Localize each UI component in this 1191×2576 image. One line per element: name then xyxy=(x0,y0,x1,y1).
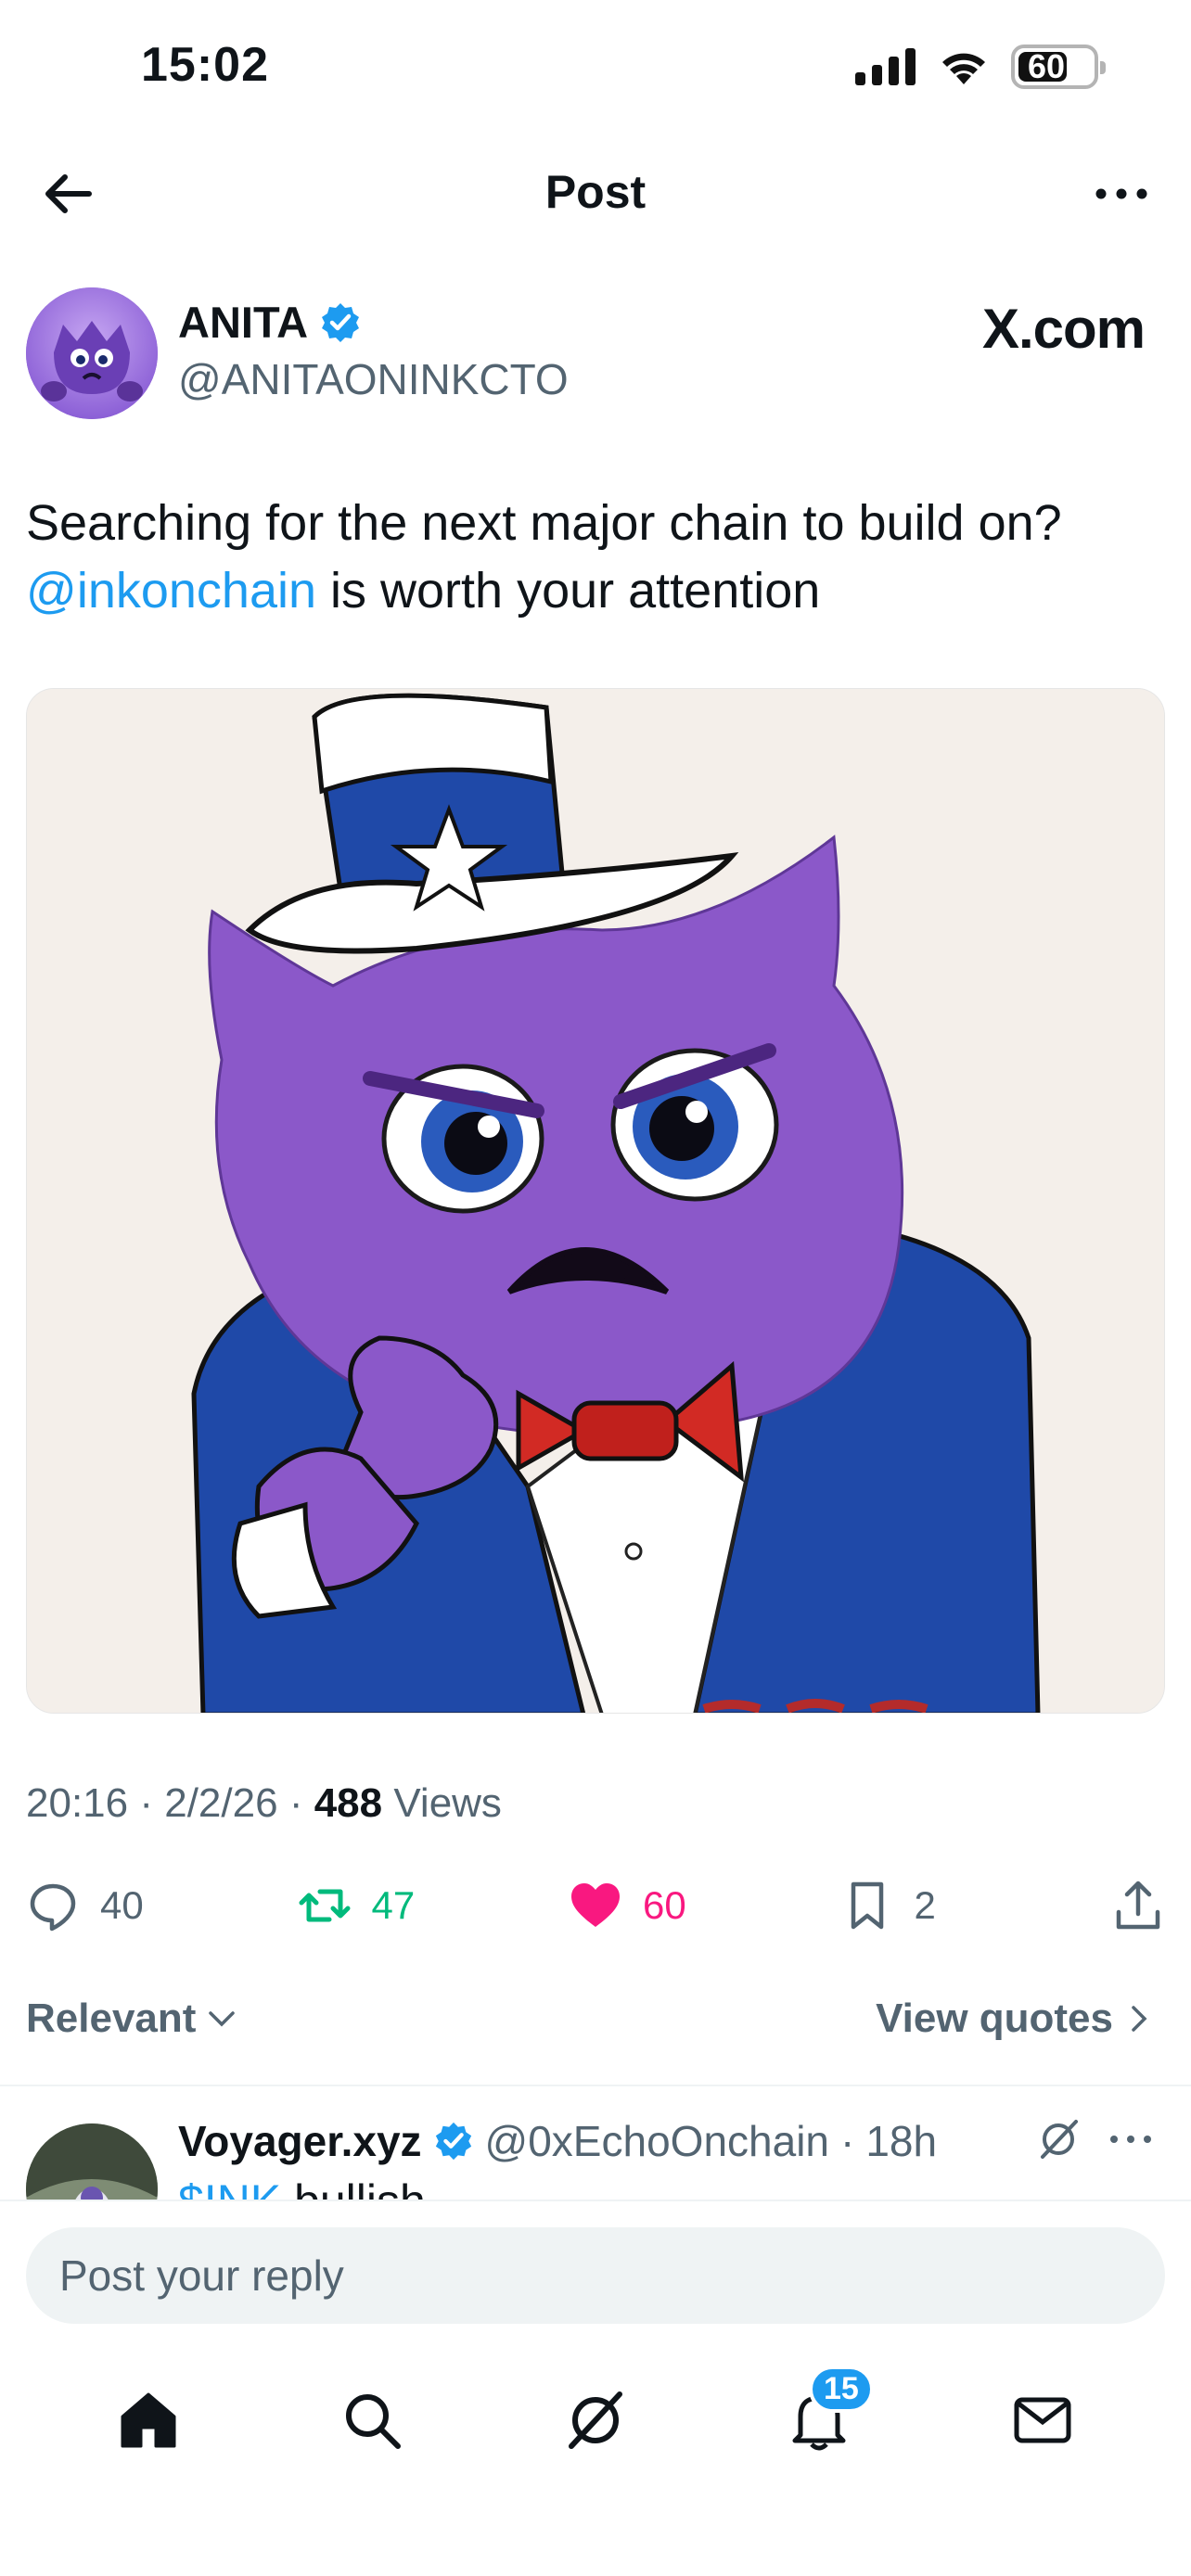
post-text-line2: is worth your attention xyxy=(316,563,821,618)
reply-age: 18h xyxy=(865,2117,938,2165)
search-icon xyxy=(346,2394,402,2449)
sort-label: Relevant xyxy=(26,1996,197,2041)
more-options-icon[interactable] xyxy=(1089,171,1154,217)
post-text: Searching for the next major chain to bu… xyxy=(26,490,1158,625)
post-meta: 20:16 · 2/2/26 · 488 Views xyxy=(26,1780,502,1827)
view-quotes-link[interactable]: View quotes xyxy=(876,1996,1154,2042)
grok-icon xyxy=(568,2391,622,2449)
home-icon xyxy=(121,2392,176,2448)
nav-messages[interactable] xyxy=(1001,2378,1084,2462)
like-count: 60 xyxy=(643,1883,686,1927)
meta-sep: · xyxy=(139,1780,153,1826)
mention-link[interactable]: @inkonchain xyxy=(26,563,316,618)
post-time: 20:16 xyxy=(26,1780,129,1826)
bottom-nav: 15 xyxy=(0,2366,1191,2467)
nav-search[interactable] xyxy=(330,2378,414,2462)
views-count: 488 xyxy=(314,1780,383,1826)
nav-notifications[interactable]: 15 xyxy=(777,2366,874,2462)
bookmark-icon xyxy=(851,1881,883,1930)
status-time: 15:02 xyxy=(141,38,269,92)
reply-author-name[interactable]: Voyager.xyz xyxy=(178,2116,422,2166)
reply-input[interactable]: Post your reply xyxy=(26,2227,1165,2324)
share-icon xyxy=(1116,1881,1160,1930)
author-avatar[interactable] xyxy=(26,287,158,419)
reply-header: Voyager.xyz @0xEchoOnchain · 18h xyxy=(178,2116,937,2166)
view-quotes-label: View quotes xyxy=(876,1996,1113,2041)
repost-button[interactable]: 47 xyxy=(298,1879,530,1932)
battery-icon: 60 xyxy=(1011,45,1106,89)
post-image[interactable] xyxy=(26,688,1165,1714)
divider xyxy=(0,2085,1191,2086)
notification-badge: 15 xyxy=(808,2366,874,2413)
reply-count: 40 xyxy=(100,1883,144,1927)
x-com-logo: X.com xyxy=(981,298,1146,360)
author-display-name: ANITA xyxy=(178,298,309,347)
heart-filled-icon xyxy=(571,1883,620,1927)
cellular-signal-icon xyxy=(855,48,916,85)
author-handle[interactable]: @ANITAONINKCTO xyxy=(178,354,569,404)
bookmark-count: 2 xyxy=(914,1883,936,1927)
like-button[interactable]: 60 xyxy=(569,1879,800,1932)
post-actions: 40 47 60 2 xyxy=(26,1873,1165,1938)
author-name[interactable]: ANITA xyxy=(178,297,362,348)
nav-home[interactable] xyxy=(107,2378,190,2462)
page-title: Post xyxy=(544,166,647,218)
reply-input-placeholder: Post your reply xyxy=(59,2251,344,2300)
chevron-down-icon xyxy=(209,2011,236,2027)
reply-button[interactable]: 40 xyxy=(26,1879,258,1932)
verified-badge-icon xyxy=(435,2122,471,2161)
sort-dropdown[interactable]: Relevant xyxy=(26,1996,238,2042)
mail-icon xyxy=(1014,2397,1071,2443)
wifi-icon xyxy=(942,53,985,84)
bookmark-button[interactable]: 2 xyxy=(840,1879,1072,1932)
post-text-line1: Searching for the next major chain to bu… xyxy=(26,495,1062,551)
reply-icon xyxy=(30,1883,76,1932)
reply-author-handle[interactable]: @0xEchoOnchain xyxy=(485,2116,829,2166)
meta-sep: · xyxy=(840,2117,855,2165)
nav-grok[interactable] xyxy=(554,2378,637,2462)
status-icons: 60 xyxy=(855,45,1106,89)
repost-count: 47 xyxy=(371,1883,416,1927)
reply-tools xyxy=(1035,2116,1154,2162)
battery-level: 60 xyxy=(1027,47,1066,85)
divider xyxy=(0,2200,1191,2201)
more-options-icon[interactable] xyxy=(1108,2130,1154,2149)
post-date: 2/2/26 xyxy=(164,1780,278,1826)
verified-badge-icon xyxy=(322,302,360,342)
views-label: Views xyxy=(393,1780,502,1826)
chevron-right-icon xyxy=(1132,2006,1147,2032)
meta-sep: · xyxy=(288,1780,303,1826)
repost-icon xyxy=(299,1889,350,1922)
share-button[interactable] xyxy=(1111,1879,1165,1932)
grok-icon[interactable] xyxy=(1035,2116,1082,2162)
